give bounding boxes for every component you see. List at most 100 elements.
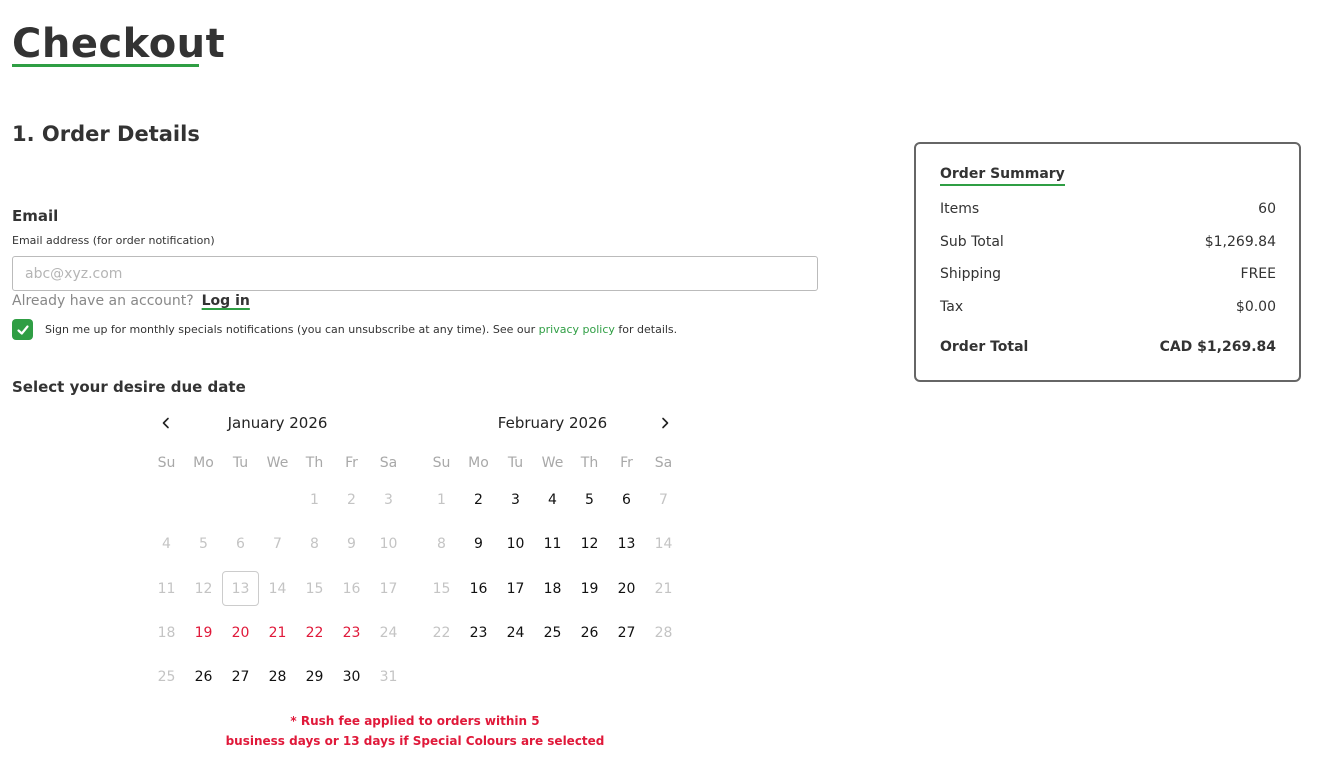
- calendar-day[interactable]: 28: [259, 660, 296, 695]
- calendar-day[interactable]: 24: [497, 616, 534, 651]
- order-total-value: CAD $1,269.84: [1159, 339, 1276, 355]
- weekday-label: Tu: [232, 455, 249, 471]
- calendar-day[interactable]: 26: [571, 616, 608, 651]
- calendar-day: 15: [305, 580, 324, 597]
- email-label: Email: [12, 207, 59, 225]
- calendar-day: 31: [379, 669, 398, 686]
- calendar-day: 25: [157, 669, 176, 686]
- calendar-day: 9: [347, 536, 356, 553]
- order-total-label: Order Total: [940, 339, 1029, 355]
- due-date-label: Select your desire due date: [12, 378, 246, 396]
- calendar-day: 14: [654, 536, 673, 553]
- calendar-day[interactable]: 3: [497, 483, 534, 518]
- calendar-day[interactable]: 26: [185, 660, 222, 695]
- calendar-day[interactable]: 9: [460, 527, 497, 562]
- calendar-day[interactable]: 19: [571, 571, 608, 606]
- weekday-header-row: Su Mo Tu We Th Fr Sa: [423, 448, 682, 478]
- page-title-underline: [12, 64, 199, 67]
- privacy-policy-link[interactable]: privacy policy: [539, 323, 615, 336]
- summary-row-label: Shipping: [940, 266, 1002, 282]
- calendar-day[interactable]: 17: [497, 571, 534, 606]
- order-summary-title: Order Summary: [940, 166, 1065, 186]
- weekday-label: Sa: [379, 455, 398, 471]
- calendar-day[interactable]: 18: [534, 571, 571, 606]
- calendar-day[interactable]: 25: [534, 616, 571, 651]
- weekday-label: Fr: [620, 455, 633, 471]
- summary-row-value: FREE: [1240, 266, 1276, 282]
- calendar-day-rush[interactable]: 19: [185, 616, 222, 651]
- summary-row-tax: Tax $0.00: [940, 299, 1276, 332]
- rush-fee-note: * Rush fee applied to orders within 5 bu…: [148, 711, 682, 751]
- calendar-day: 21: [654, 580, 673, 597]
- calendar-day: 7: [273, 536, 282, 553]
- calendar-day-today: 13: [222, 571, 259, 607]
- calendar-day: 24: [379, 625, 398, 642]
- calendar-day[interactable]: 13: [608, 527, 645, 562]
- calendar-week-row: 1 2 3: [148, 478, 407, 522]
- summary-row-subtotal: Sub Total $1,269.84: [940, 234, 1276, 267]
- weekday-label: Mo: [468, 455, 489, 471]
- weekday-label: Th: [305, 455, 324, 471]
- calendar-day: 1: [437, 492, 446, 509]
- calendar-day[interactable]: 6: [608, 483, 645, 518]
- calendar-day: 28: [654, 625, 673, 642]
- email-sublabel: Email address (for order notification): [12, 234, 215, 247]
- calendar-day-rush[interactable]: 23: [333, 616, 370, 651]
- summary-row-value: $1,269.84: [1204, 233, 1276, 250]
- summary-row-label: Tax: [940, 298, 964, 315]
- calendar-day: 15: [432, 580, 451, 597]
- calendar-february: Su Mo Tu We Th Fr Sa 1 2 3 4 5 6 7 8 9 10 11 12 13 14 15 16 17 1…: [423, 448, 682, 655]
- weekday-header-row: Su Mo Tu We Th Fr Sa: [148, 448, 407, 478]
- summary-row-label: Items: [940, 201, 980, 217]
- calendar-day[interactable]: 23: [460, 616, 497, 651]
- page-title: Checkout: [12, 21, 226, 67]
- calendar-day[interactable]: 2: [460, 483, 497, 518]
- newsletter-text: Sign me up for monthly specials notifica…: [45, 323, 677, 336]
- calendar-day[interactable]: 4: [534, 483, 571, 518]
- weekday-label: Mo: [193, 455, 214, 471]
- summary-row-value: 60: [1258, 201, 1276, 217]
- newsletter-text-after: for details.: [618, 323, 678, 336]
- calendar-day: 4: [162, 536, 171, 553]
- weekday-label: Su: [157, 455, 176, 471]
- calendar-day: 18: [157, 625, 176, 642]
- calendar-day[interactable]: 5: [571, 483, 608, 518]
- calendar-week-row: 15 16 17 18 19 20 21: [423, 567, 682, 611]
- calendar-week-row: 11 12 13 14 15 16 17: [148, 567, 407, 611]
- calendar-day-rush[interactable]: 20: [222, 616, 259, 651]
- calendar-week-row: 18 19 20 21 22 23 24: [148, 611, 407, 655]
- calendar-day: 1: [310, 492, 319, 509]
- calendar-day: 5: [199, 536, 208, 553]
- calendar-day[interactable]: 20: [608, 571, 645, 606]
- calendar-day: 7: [659, 492, 668, 509]
- calendar-day[interactable]: 29: [296, 660, 333, 695]
- order-summary-rows: Items 60 Sub Total $1,269.84 Shipping FR…: [940, 201, 1276, 331]
- calendar-day-rush[interactable]: 22: [296, 616, 333, 651]
- login-link[interactable]: Log in: [202, 293, 250, 309]
- calendar-week-row: 8 9 10 11 12 13 14: [423, 522, 682, 566]
- calendar-day: 17: [379, 580, 398, 597]
- calendar-day[interactable]: 11: [534, 527, 571, 562]
- calendar-day: 8: [437, 536, 446, 553]
- weekday-label: Fr: [345, 455, 358, 471]
- newsletter-checkbox[interactable]: [12, 319, 33, 340]
- account-prompt: Already have an account?: [12, 293, 194, 309]
- weekday-label: We: [541, 455, 564, 471]
- calendar-day: 14: [268, 580, 287, 597]
- calendar-day: 10: [379, 536, 398, 553]
- email-field[interactable]: [12, 256, 818, 291]
- weekday-label: Th: [580, 455, 599, 471]
- calendar-day: 3: [384, 492, 393, 509]
- calendar-day[interactable]: 12: [571, 527, 608, 562]
- calendar-day[interactable]: 16: [460, 571, 497, 606]
- calendar-week-row: 22 23 24 25 26 27 28: [423, 611, 682, 655]
- calendar-january: Su Mo Tu We Th Fr Sa 1 2 3 4 5 6 7 8 9 10 11 12 13 14 15 16 17 1…: [148, 448, 407, 699]
- order-summary: Order Summary Items 60 Sub Total $1,269.…: [914, 142, 1301, 382]
- calendar-day-rush[interactable]: 21: [259, 616, 296, 651]
- month-title-february: February 2026: [497, 414, 608, 432]
- calendar-day[interactable]: 30: [333, 660, 370, 695]
- calendar-day[interactable]: 10: [497, 527, 534, 562]
- calendar-day[interactable]: 27: [222, 660, 259, 695]
- calendar-day[interactable]: 27: [608, 616, 645, 651]
- rush-fee-note-line2: business days or 13 days if Special Colo…: [225, 734, 605, 748]
